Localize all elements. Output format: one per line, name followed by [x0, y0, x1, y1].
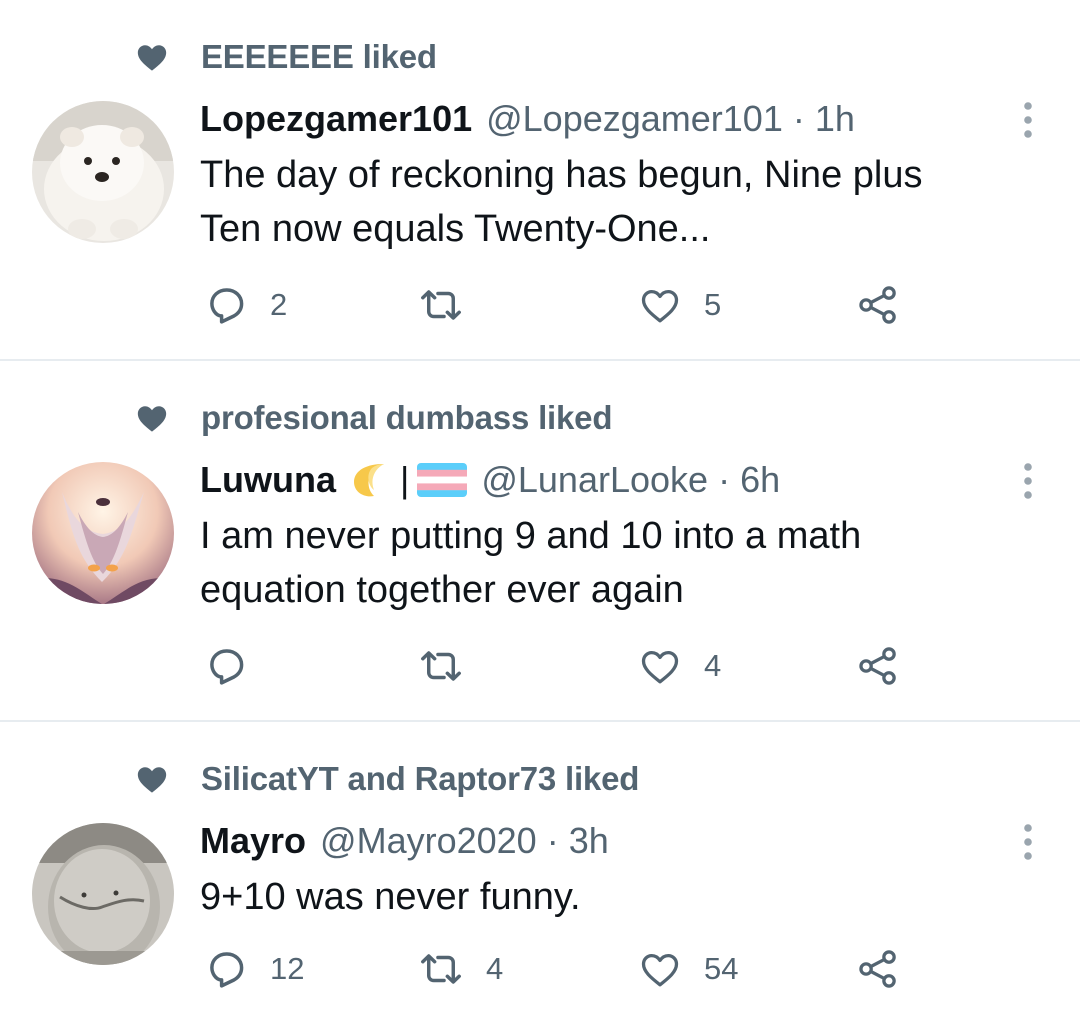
- like-count: 54: [704, 951, 739, 986]
- reply-button[interactable]: 2: [204, 280, 287, 330]
- dot-separator: ·: [546, 820, 559, 861]
- plush-rock-avatar-icon: [32, 823, 174, 965]
- timestamp[interactable]: 6h: [740, 455, 780, 505]
- social-context: profesional dumbass liked: [135, 399, 612, 437]
- tweet-card[interactable]: EEEEEEE liked Lopezgamer101 @Lopezgamer1…: [0, 0, 1080, 361]
- reply-icon: [204, 947, 248, 991]
- share-button[interactable]: [856, 280, 900, 330]
- display-name[interactable]: Mayro: [200, 816, 306, 866]
- retweet-button[interactable]: [418, 641, 486, 691]
- crescent-moon-icon: [353, 464, 384, 497]
- avatar[interactable]: [32, 462, 174, 604]
- tweet-text-line: The day of reckoning has begun, Nine plu…: [200, 154, 923, 196]
- retweet-icon: [418, 643, 464, 689]
- retweet-icon: [418, 946, 464, 992]
- like-count: 5: [704, 287, 722, 322]
- like-count: 4: [704, 648, 722, 683]
- user-handle[interactable]: @LunarLooke: [481, 455, 708, 505]
- heart-filled-icon: [135, 401, 169, 435]
- tweet-card[interactable]: profesional dumbass liked Luwuna | @Luna…: [0, 361, 1080, 722]
- share-icon: [856, 644, 900, 688]
- timestamp[interactable]: 1h: [815, 94, 855, 144]
- more-options-icon[interactable]: [1022, 461, 1034, 501]
- reply-count: 2: [270, 287, 288, 322]
- tweet-text-line: equation together ever again: [200, 569, 684, 611]
- social-context: SilicatYT and Raptor73 liked: [135, 760, 639, 798]
- heart-icon: [638, 947, 682, 991]
- dot-separator: ·: [718, 459, 731, 500]
- avatar[interactable]: [32, 823, 174, 965]
- name-divider: |: [399, 459, 410, 500]
- user-handle[interactable]: @Lopezgamer101: [486, 94, 783, 144]
- reply-count: 12: [270, 951, 305, 986]
- liked-by-text[interactable]: SilicatYT and Raptor73 liked: [201, 760, 639, 798]
- dot-separator: ·: [792, 98, 805, 139]
- tweet-text: I am never putting 9 and 10 into a math …: [200, 509, 1040, 617]
- tweet-header: Luwuna | @LunarLooke · 6h: [200, 455, 960, 505]
- display-name[interactable]: Luwuna: [200, 455, 336, 505]
- tweet-card[interactable]: SilicatYT and Raptor73 liked Mayro @Mayr…: [0, 722, 1080, 1022]
- reply-icon: [204, 644, 248, 688]
- tweet-header: Lopezgamer101 @Lopezgamer101 · 1h: [200, 94, 960, 144]
- liked-by-text[interactable]: profesional dumbass liked: [201, 399, 612, 437]
- action-bar: 12 4 54: [200, 944, 920, 994]
- reply-icon: [204, 283, 248, 327]
- display-name[interactable]: Lopezgamer101: [200, 94, 472, 144]
- more-options-icon[interactable]: [1022, 822, 1034, 862]
- liked-by-text[interactable]: EEEEEEE liked: [201, 38, 437, 76]
- share-icon: [856, 947, 900, 991]
- retweet-count: 4: [486, 951, 504, 986]
- like-button[interactable]: 54: [638, 944, 738, 994]
- hollow-knight-avatar-icon: [32, 462, 174, 604]
- tweet-header: Mayro @Mayro2020 · 3h: [200, 816, 960, 866]
- transgender-flag-icon: [417, 463, 468, 497]
- tweet-text-line: Ten now equals Twenty-One...: [200, 208, 711, 250]
- retweet-icon: [418, 282, 464, 328]
- tweet-text-line: I am never putting 9 and 10 into a math: [200, 515, 862, 557]
- action-bar: 2 5: [200, 280, 920, 330]
- retweet-button[interactable]: 4: [418, 944, 503, 994]
- heart-icon: [638, 283, 682, 327]
- heart-icon: [638, 644, 682, 688]
- heart-filled-icon: [135, 40, 169, 74]
- like-button[interactable]: 5: [638, 280, 721, 330]
- retweet-button[interactable]: [418, 280, 486, 330]
- more-options-icon[interactable]: [1022, 100, 1034, 140]
- like-button[interactable]: 4: [638, 641, 721, 691]
- tweet-text: The day of reckoning has begun, Nine plu…: [200, 148, 1040, 256]
- reply-button[interactable]: [204, 641, 270, 691]
- timestamp[interactable]: 3h: [569, 816, 609, 866]
- share-button[interactable]: [856, 641, 900, 691]
- avatar[interactable]: [32, 101, 174, 243]
- heart-filled-icon: [135, 762, 169, 796]
- tweet-text-line: 9+10 was never funny.: [200, 876, 581, 918]
- action-bar: 4: [200, 641, 920, 691]
- share-button[interactable]: [856, 944, 900, 994]
- white-dog-avatar-icon: [32, 101, 174, 243]
- tweet-text: 9+10 was never funny.: [200, 870, 1040, 924]
- social-context: EEEEEEE liked: [135, 38, 437, 76]
- reply-button[interactable]: 12: [204, 944, 304, 994]
- user-handle[interactable]: @Mayro2020: [320, 816, 537, 866]
- share-icon: [856, 283, 900, 327]
